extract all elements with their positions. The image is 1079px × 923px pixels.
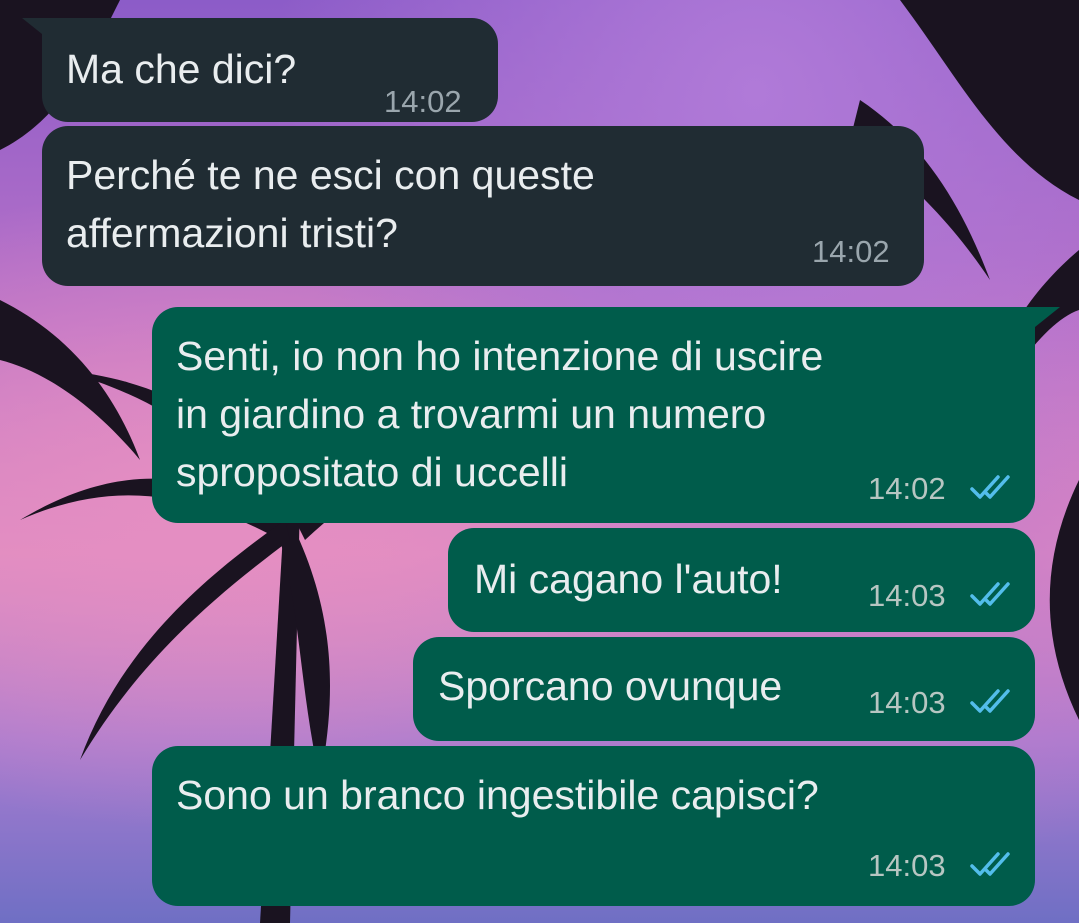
double-check-read-icon [970, 582, 1010, 606]
double-check-read-icon [970, 475, 1010, 499]
message-text: Sono un branco ingestibile capisci? [176, 772, 819, 818]
message-time: 14:03 [868, 685, 946, 720]
message-bubble-incoming[interactable]: Perché te ne esci con queste affermazion… [42, 126, 924, 286]
message-bubble-outgoing[interactable]: Mi cagano l'auto! 14:03 [448, 528, 1035, 632]
message-bubble-outgoing[interactable]: Senti, io non ho intenzione di uscire in… [152, 307, 1035, 523]
message-text: Perché te ne esci con queste affermazion… [66, 152, 595, 256]
double-check-read-icon [970, 852, 1010, 876]
bubble-tail-incoming [22, 18, 52, 42]
message-time: 14:03 [868, 848, 946, 883]
message-bubble-outgoing[interactable]: Sono un branco ingestibile capisci? 14:0… [152, 746, 1035, 906]
message-text: Mi cagano l'auto! [474, 556, 783, 602]
message-text: Sporcano ovunque [438, 663, 783, 709]
message-time: 14:03 [868, 578, 946, 613]
message-bubble-incoming[interactable]: Ma che dici? 14:02 [42, 18, 498, 122]
message-time: 14:02 [384, 84, 462, 119]
message-bubble-outgoing[interactable]: Sporcano ovunque 14:03 [413, 637, 1035, 741]
message-text: Ma che dici? [66, 46, 297, 92]
message-time: 14:02 [812, 234, 890, 269]
double-check-read-icon [970, 689, 1010, 713]
message-text: Senti, io non ho intenzione di uscire in… [176, 333, 824, 495]
message-time: 14:02 [868, 471, 946, 506]
bubble-tail-outgoing [1030, 307, 1060, 331]
